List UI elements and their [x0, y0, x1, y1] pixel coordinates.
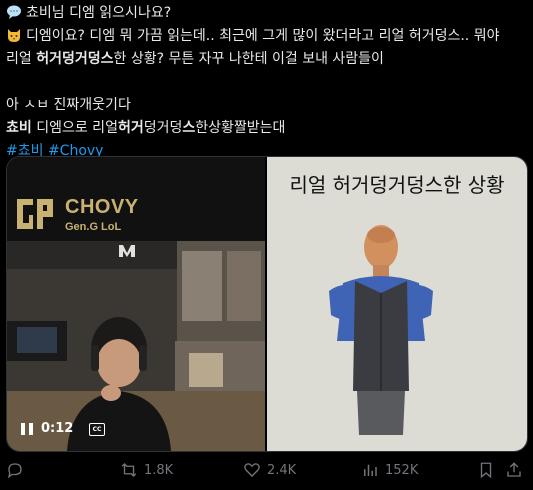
tweet-line-5-bold-1: 쵸비 — [6, 120, 32, 136]
share-button[interactable] — [505, 458, 529, 482]
geng-logo-icon — [17, 199, 53, 229]
tweet-line-5: 쵸비 디엠으로 리얼허거덩거덩스한상황짤받는대 — [6, 117, 526, 140]
tweet-line-2-text: 디엠이요? 디엠 뭐 가끔 읽는데.. 최근에 그게 많이 왔더라고 리얼 허거… — [26, 28, 500, 44]
reply-button[interactable] — [6, 458, 30, 482]
tweet-line-3-post: 한 상황? 무튼 자꾸 나한테 이걸 보내 사람들이 — [113, 51, 384, 67]
share-icon — [507, 462, 521, 477]
media-container: CHOVY Gen.G LoL 0:12 CC 리얼 허거덩거덩스한 상황 — [6, 156, 528, 452]
tweet-line-3-pre: 리얼 — [6, 51, 37, 67]
tweet-line-5-end: 한상황짤받는대 — [195, 120, 286, 136]
meme-image[interactable]: 리얼 허거덩거덩스한 상황 — [267, 157, 527, 451]
tweet-line-4: 아 ㅅㅂ 진짜개웃기다 — [6, 97, 131, 113]
cat-face-icon — [8, 29, 20, 42]
retweet-button[interactable]: 1.8K — [120, 458, 173, 482]
like-button[interactable]: 2.4K — [243, 458, 296, 482]
retweet-count: 1.8K — [144, 462, 174, 478]
video-controls: 0:12 CC — [7, 409, 265, 451]
views-button[interactable]: 152K — [361, 458, 418, 482]
tweet-line-5-bold-2: 허거 — [117, 120, 144, 136]
video-team: Gen.G LoL — [65, 221, 122, 233]
tweet-line-5-mid-2: 덩거덩 — [143, 120, 183, 136]
tweet-line-5-bold-3: 스 — [182, 120, 196, 136]
video-brand: CHOVY — [65, 196, 139, 218]
bookmark-icon — [480, 462, 492, 479]
views-count: 152K — [385, 462, 419, 478]
pause-icon[interactable] — [19, 422, 35, 436]
tweet-line-5-mid-1: 디엠으로 리얼 — [31, 120, 118, 136]
tweet-line-3: 리얼 허거덩거덩스한 상황? 무튼 자꾸 나한테 이걸 보내 사람들이 — [6, 48, 526, 71]
reply-icon — [7, 463, 22, 479]
tweet-line-1: 쵸비님 디엠 읽으시나요? — [6, 2, 526, 25]
tweet-line-1-text: 쵸비님 디엠 읽으시나요? — [26, 5, 172, 21]
speech-bubble-icon — [7, 5, 21, 19]
meme-caption: 리얼 허거덩거덩스한 상황 — [289, 173, 505, 197]
captions-icon[interactable]: CC — [89, 423, 105, 436]
tweet-line-2: 디엠이요? 디엠 뭐 가끔 읽는데.. 최근에 그게 많이 왔더라고 리얼 허거… — [6, 25, 526, 48]
tweet-text: 쵸비님 디엠 읽으시나요? 디엠이요? 디엠 뭐 가끔 읽는데.. 최근에 그게… — [6, 2, 526, 163]
retweet-icon — [121, 463, 137, 477]
video-header: CHOVY Gen.G LoL — [7, 157, 265, 241]
meme-figure — [329, 225, 433, 435]
action-bar: 1.8K 2.4K 152K — [0, 458, 533, 482]
like-count: 2.4K — [267, 462, 297, 478]
views-chart-icon — [364, 464, 377, 476]
tweet-line-3-bold: 허거덩거덩스 — [36, 51, 114, 67]
heart-icon — [244, 463, 260, 477]
bookmark-button[interactable] — [477, 458, 501, 482]
video-time: 0:12 — [41, 421, 74, 436]
video-player[interactable]: CHOVY Gen.G LoL 0:12 CC — [7, 157, 265, 451]
